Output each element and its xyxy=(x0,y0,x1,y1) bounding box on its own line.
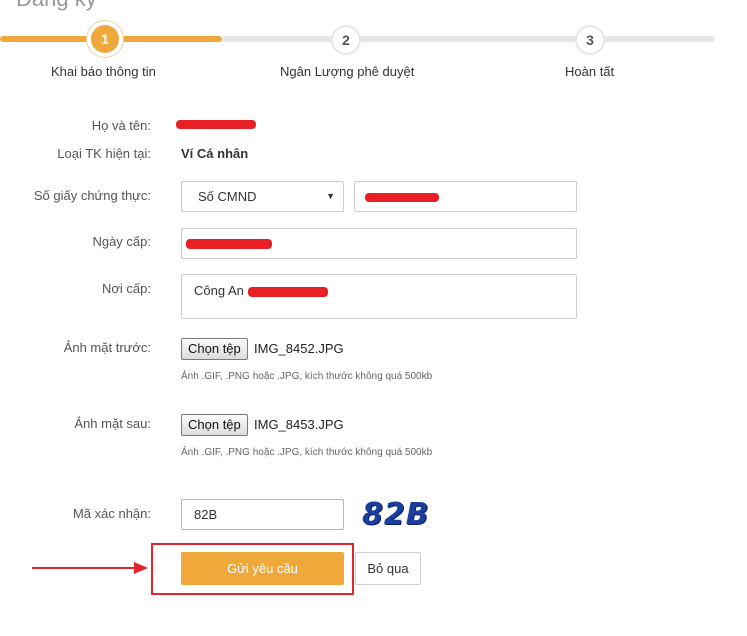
issue-date-label: Ngày cấp: xyxy=(92,234,151,249)
issue-place-redaction xyxy=(248,287,328,297)
captcha-image: 82B xyxy=(362,497,430,532)
annotation-highlight-box xyxy=(151,543,354,595)
issue-place-value: Công An xyxy=(194,283,244,298)
front-photo-choose-button[interactable]: Chọn tệp xyxy=(181,338,248,360)
skip-button[interactable]: Bỏ qua xyxy=(355,552,421,585)
annotation-arrow-icon xyxy=(32,562,148,574)
back-photo-choose-button[interactable]: Chọn tệp xyxy=(181,414,248,436)
issue-place-textarea[interactable]: Công An xyxy=(181,274,577,319)
issue-place-label: Nơi cấp: xyxy=(102,281,151,296)
issue-date-redaction xyxy=(186,239,272,249)
step-3-indicator: 3 xyxy=(575,25,605,55)
page-title: Đăng ký xyxy=(16,0,97,12)
id-doc-type-value: Số CMND xyxy=(198,189,257,204)
step-1-indicator: 1 xyxy=(91,25,119,53)
step-2-label: Ngân Lượng phê duyệt xyxy=(280,64,415,79)
step-1-label: Khai báo thông tin xyxy=(51,64,156,79)
id-number-redaction xyxy=(365,193,439,202)
step-3-label: Hoàn tất xyxy=(565,64,615,79)
captcha-label: Mã xác nhận: xyxy=(72,506,151,521)
id-number-input[interactable] xyxy=(354,181,577,212)
front-photo-hint: Ảnh .GIF, .PNG hoặc .JPG, kích thước khô… xyxy=(181,371,433,382)
front-photo-filename: IMG_8452.JPG xyxy=(254,341,344,356)
back-photo-filename: IMG_8453.JPG xyxy=(254,417,344,432)
full-name-redaction xyxy=(176,120,256,129)
id-doc-label: Số giấy chứng thực: xyxy=(33,188,151,203)
chevron-down-icon: ▼ xyxy=(326,191,335,201)
progress-track-remaining xyxy=(222,36,715,42)
front-photo-label: Ảnh mặt trước: xyxy=(63,340,151,355)
issue-date-input[interactable] xyxy=(181,228,577,259)
back-photo-label: Ảnh mặt sau: xyxy=(74,416,151,431)
full-name-label: Họ và tên: xyxy=(91,118,151,133)
account-type-label: Loại TK hiện tại: xyxy=(57,146,151,161)
account-type-value: Ví Cá nhân xyxy=(181,146,249,161)
step-2-indicator: 2 xyxy=(331,25,361,55)
back-photo-hint: Ảnh .GIF, .PNG hoặc .JPG, kích thước khô… xyxy=(181,447,433,458)
id-doc-type-select[interactable]: Số CMND ▼ xyxy=(181,181,344,212)
captcha-input[interactable]: 82B xyxy=(181,499,344,530)
